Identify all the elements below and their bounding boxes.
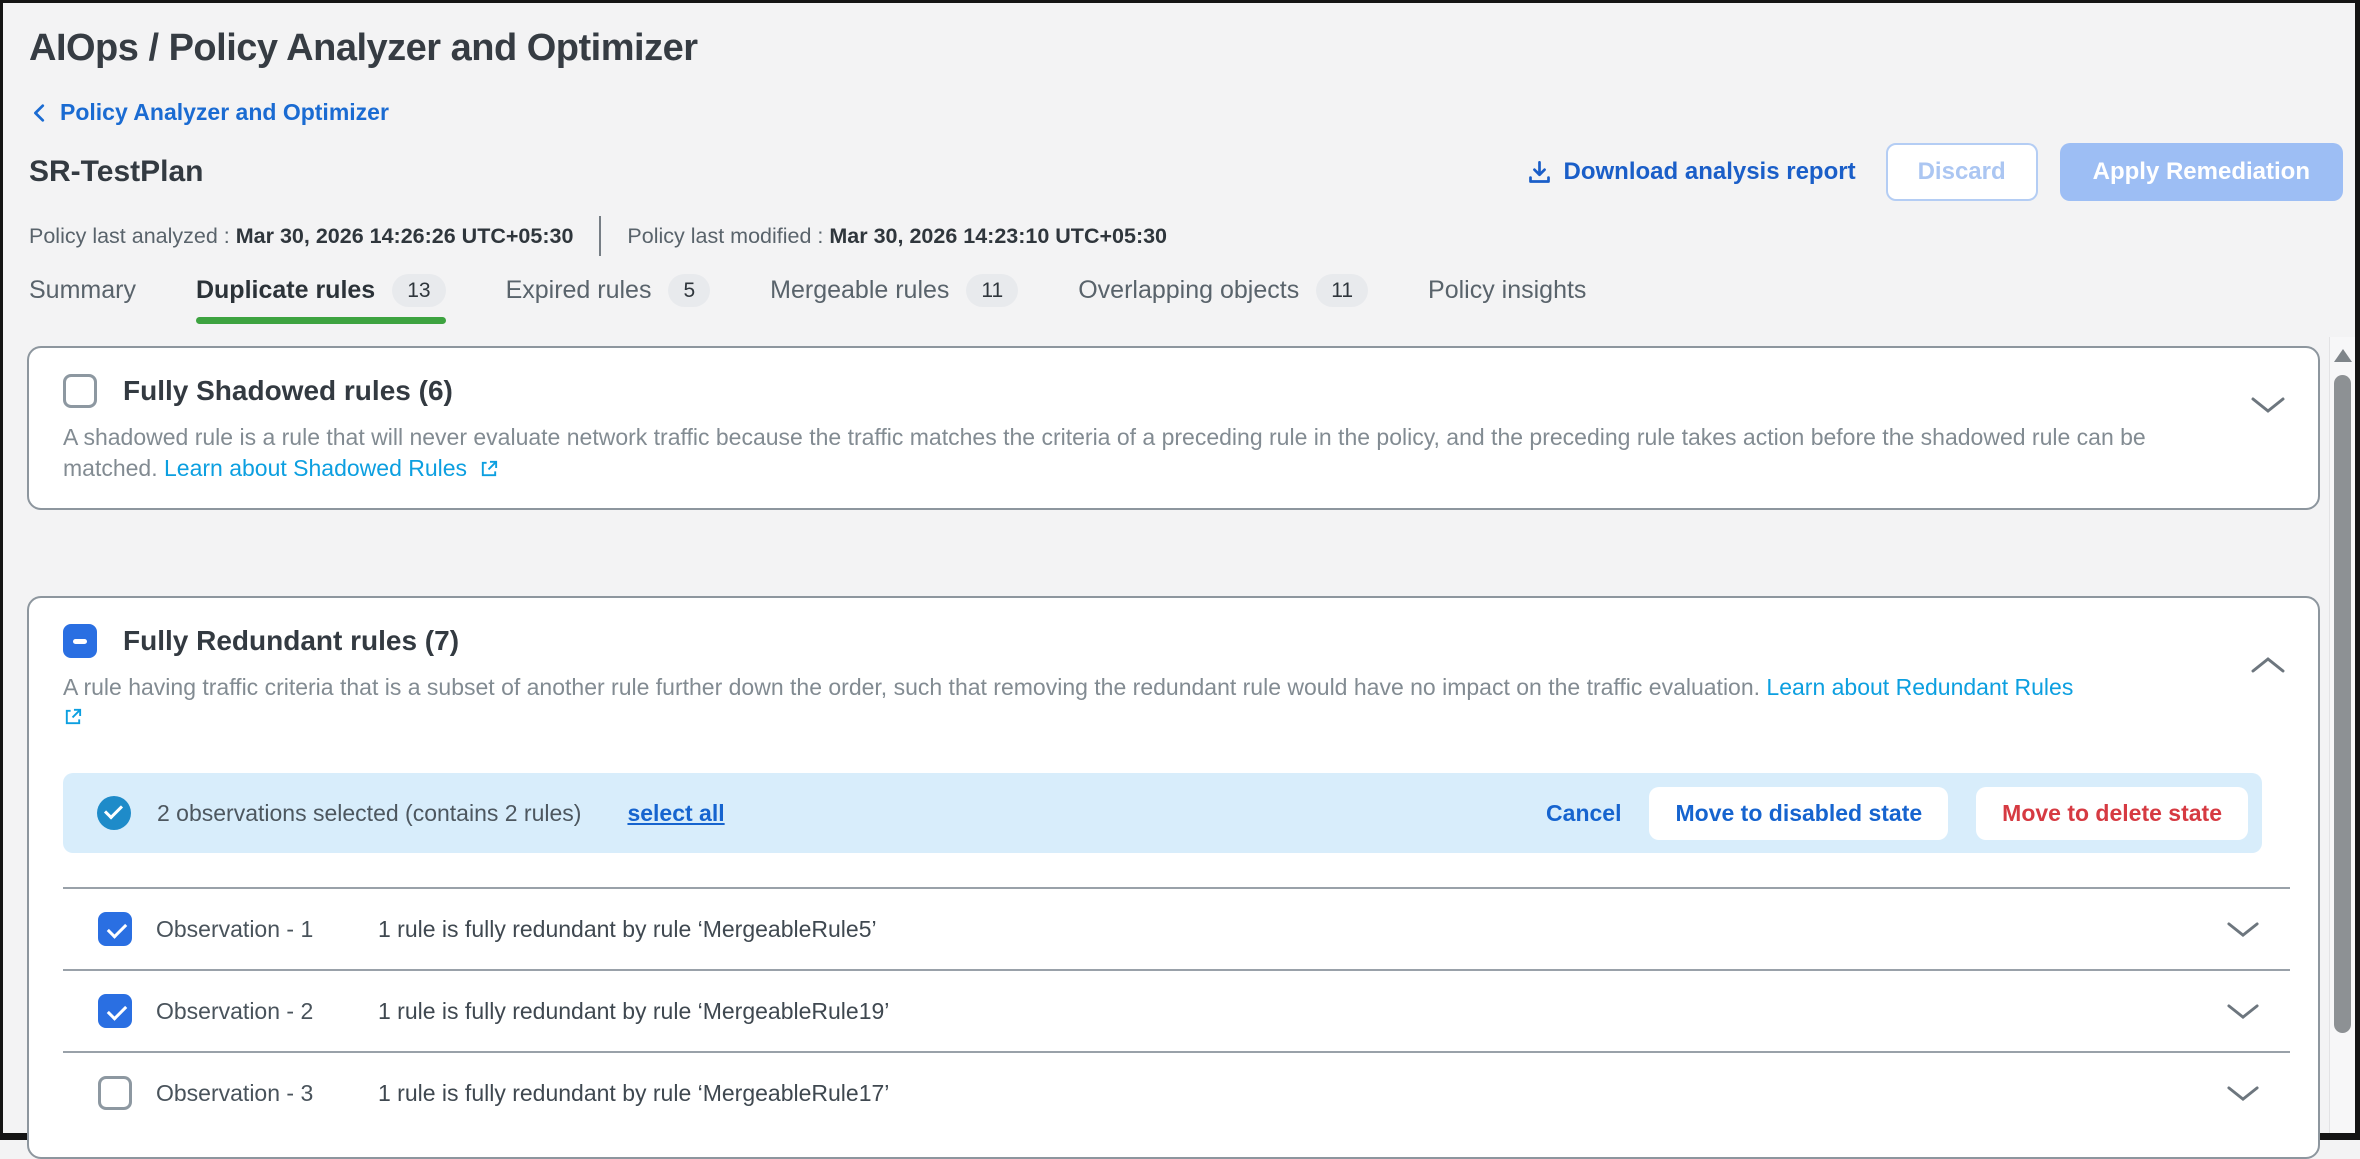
vertical-scrollbar[interactable] xyxy=(2329,337,2355,1133)
apply-remediation-button[interactable]: Apply Remediation xyxy=(2060,143,2343,201)
tab-summary[interactable]: Summary xyxy=(29,274,136,324)
learn-redundant-rules-link[interactable]: Learn about Redundant Rules xyxy=(1766,674,2073,700)
external-link-icon[interactable] xyxy=(63,707,2220,727)
scroll-up-arrow-icon[interactable] xyxy=(2334,349,2352,362)
header-actions: Download analysis report Discard Apply R… xyxy=(1526,143,2343,201)
expand-observation-chevron-icon[interactable] xyxy=(2226,921,2260,938)
cancel-button[interactable]: Cancel xyxy=(1546,800,1621,827)
page-title: AIOps / Policy Analyzer and Optimizer xyxy=(29,27,2355,70)
plan-header-row: SR-TestPlan Download analysis report Dis… xyxy=(29,143,2355,201)
last-analyzed-value: Mar 30, 2026 14:26:26 UTC+05:30 xyxy=(236,224,574,249)
scrollbar-thumb[interactable] xyxy=(2334,375,2351,1033)
tab-overlapping-objects[interactable]: Overlapping objects 11 xyxy=(1078,274,1368,324)
last-modified-label: Policy last modified : xyxy=(627,224,823,249)
tab-bar: Summary Duplicate rules 13 Expired rules… xyxy=(29,274,2355,324)
discard-button[interactable]: Discard xyxy=(1886,143,2038,201)
page-header: AIOps / Policy Analyzer and Optimizer Po… xyxy=(3,3,2355,324)
tab-expired-rules[interactable]: Expired rules 5 xyxy=(506,274,711,324)
last-analyzed-label: Policy last analyzed : xyxy=(29,224,230,249)
tab-mergeable-rules[interactable]: Mergeable rules 11 xyxy=(770,274,1018,324)
observation-label: Observation - 3 xyxy=(156,1080,378,1107)
observation-row-1[interactable]: Observation - 1 1 rule is fully redundan… xyxy=(63,887,2290,969)
last-modified-value: Mar 30, 2026 14:23:10 UTC+05:30 xyxy=(829,224,1167,249)
policy-analyzer-page: { "colors": { "link_blue": "#1a64d0", "l… xyxy=(0,0,2360,1140)
expand-shadowed-chevron-icon[interactable] xyxy=(2250,396,2286,414)
tab-label: Summary xyxy=(29,276,136,305)
shadowed-rules-card: Fully Shadowed rules (6) A shadowed rule… xyxy=(27,346,2320,510)
redundant-card-title: Fully Redundant rules (7) xyxy=(123,625,459,657)
redundant-rules-card: Fully Redundant rules (7) A rule having … xyxy=(27,596,2320,1159)
shadowed-card-title: Fully Shadowed rules (6) xyxy=(123,375,453,407)
back-link[interactable]: Policy Analyzer and Optimizer xyxy=(29,99,389,126)
external-link-icon xyxy=(479,459,499,479)
tab-label: Duplicate rules xyxy=(196,276,375,305)
observation-row-3[interactable]: Observation - 3 1 rule is fully redundan… xyxy=(63,1051,2290,1133)
selection-actions: Cancel Move to disabled state Move to de… xyxy=(1546,787,2248,840)
selection-message: 2 observations selected (contains 2 rule… xyxy=(157,800,581,827)
observation-label: Observation - 2 xyxy=(156,998,378,1025)
back-link-label: Policy Analyzer and Optimizer xyxy=(60,99,389,126)
tab-label: Overlapping objects xyxy=(1078,276,1299,305)
expand-observation-chevron-icon[interactable] xyxy=(2226,1085,2260,1102)
redundant-card-description: A rule having traffic criteria that is a… xyxy=(63,672,2290,727)
expand-observation-chevron-icon[interactable] xyxy=(2226,1003,2260,1020)
observation-list: Observation - 1 1 rule is fully redundan… xyxy=(63,887,2290,1133)
selected-check-icon xyxy=(97,796,131,830)
selection-bar: 2 observations selected (contains 2 rule… xyxy=(63,773,2262,853)
tab-count-badge: 11 xyxy=(1316,274,1368,307)
policy-timestamps: Policy last analyzed : Mar 30, 2026 14:2… xyxy=(29,216,2355,256)
download-report-button[interactable]: Download analysis report xyxy=(1526,158,1856,186)
observation-2-checkbox[interactable] xyxy=(98,994,132,1028)
back-chevron-icon xyxy=(29,101,51,125)
shadowed-card-header: Fully Shadowed rules (6) xyxy=(63,374,2290,408)
tab-label: Mergeable rules xyxy=(770,276,949,305)
shadowed-rules-checkbox[interactable] xyxy=(63,374,97,408)
observation-3-checkbox[interactable] xyxy=(98,1076,132,1110)
download-report-label: Download analysis report xyxy=(1564,158,1856,186)
timestamp-divider xyxy=(599,216,601,256)
select-all-link[interactable]: select all xyxy=(627,800,724,827)
observation-row-2[interactable]: Observation - 2 1 rule is fully redundan… xyxy=(63,969,2290,1051)
observation-1-checkbox[interactable] xyxy=(98,912,132,946)
redundant-description-text: A rule having traffic criteria that is a… xyxy=(63,674,1760,700)
tab-count-badge: 11 xyxy=(966,274,1018,307)
observation-text: 1 rule is fully redundant by rule ‘Merge… xyxy=(378,998,889,1025)
tab-count-badge: 5 xyxy=(668,274,710,307)
tab-duplicate-rules[interactable]: Duplicate rules 13 xyxy=(196,274,446,324)
observation-text: 1 rule is fully redundant by rule ‘Merge… xyxy=(378,916,877,943)
redundant-rules-checkbox[interactable] xyxy=(63,624,97,658)
move-to-delete-state-button[interactable]: Move to delete state xyxy=(1976,787,2248,840)
collapse-redundant-chevron-icon[interactable] xyxy=(2250,656,2286,674)
learn-shadowed-label: Learn about Shadowed Rules xyxy=(164,455,467,481)
plan-name: SR-TestPlan xyxy=(29,155,203,189)
tab-policy-insights[interactable]: Policy insights xyxy=(1428,274,1586,324)
download-icon xyxy=(1526,159,1553,186)
move-to-disabled-state-button[interactable]: Move to disabled state xyxy=(1649,787,1948,840)
observation-label: Observation - 1 xyxy=(156,916,378,943)
tab-label: Policy insights xyxy=(1428,276,1586,305)
learn-shadowed-rules-link[interactable]: Learn about Shadowed Rules xyxy=(164,455,499,481)
redundant-card-header: Fully Redundant rules (7) xyxy=(63,624,2290,658)
tab-count-badge: 13 xyxy=(392,274,445,307)
observation-text: 1 rule is fully redundant by rule ‘Merge… xyxy=(378,1080,889,1107)
shadowed-card-description: A shadowed rule is a rule that will neve… xyxy=(63,422,2290,484)
learn-redundant-label: Learn about Redundant Rules xyxy=(1766,674,2073,700)
tab-label: Expired rules xyxy=(506,276,652,305)
